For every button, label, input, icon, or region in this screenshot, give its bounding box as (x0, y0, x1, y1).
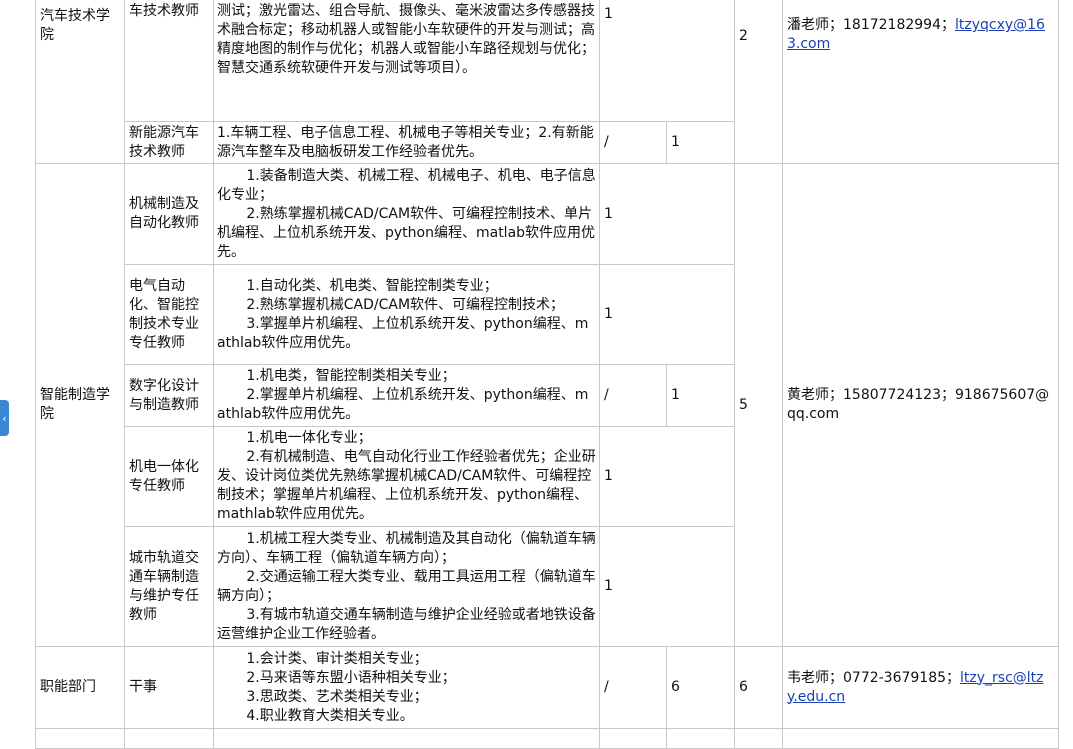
empty-cell (734, 728, 783, 749)
position-cell: 干事 (124, 646, 214, 729)
count-cell: / (599, 646, 667, 729)
chevron-left-icon: ‹ (2, 411, 7, 425)
requirement-cell: 1.会计类、审计类相关专业； 2.马来语等东盟小语种相关专业； 3.思政类、艺术… (213, 646, 600, 729)
position-cell: 智能网联汽车技术教师 (124, 0, 214, 122)
college-cell: 汽车技术学院 (35, 0, 125, 164)
requirement-cell: 1.机电一体化专业； 2.有机械制造、电气自动化行业工作经验者优先；企业研发、设… (213, 426, 600, 527)
requirement-line: 2.马来语等东盟小语种相关专业； (246, 669, 456, 686)
empty-cell (782, 728, 1059, 749)
requirement-line: 1.机电类，智能控制类相关专业； (246, 368, 456, 384)
side-collapse-handle[interactable]: ‹ (0, 400, 9, 436)
count-cell: 1 (599, 163, 735, 265)
position-cell: 数字化设计与制造教师 (124, 364, 214, 427)
requirement-line: 1.车辆工程、电子信息工程、机械电子等相关专业；2.有新能源汽车整车及电脑板研发… (217, 124, 594, 160)
empty-cell (124, 728, 214, 749)
count-cell: 6 (666, 646, 735, 729)
college-cell: 智能制造学院 (35, 163, 125, 647)
table-row (35, 728, 1059, 749)
requirement-cell: 不限于，底盘CAN协议的开发与测试；线控底盘系统开发与测试；激光雷达、组合导航、… (213, 0, 600, 122)
requirement-line: 1.机电一体化专业； (246, 430, 372, 446)
count-cell: 1 (599, 264, 735, 365)
table-row: 汽车技术学院 智能网联汽车技术教师 不限于，底盘CAN协议的开发与测试；线控底盘… (35, 0, 1059, 164)
count-cell: 1 (599, 426, 735, 527)
table-row: 智能制造学院 机械制造及自动化教师 1.装备制造大类、机械工程、机械电子、机电、… (35, 163, 1059, 647)
recruitment-table: 汽车技术学院 智能网联汽车技术教师 不限于，底盘CAN协议的开发与测试；线控底盘… (35, 0, 1059, 749)
position-cell: 机械制造及自动化教师 (124, 163, 214, 265)
requirement-line: 3.思政类、艺术类相关专业； (246, 688, 428, 705)
college-cell: 职能部门 (35, 646, 125, 729)
contact-text: 韦老师；0772-3679185； (787, 669, 961, 686)
college-total-cell: 5 (734, 163, 783, 647)
position-cell: 城市轨道交通车辆制造与维护专任教师 (124, 526, 214, 647)
requirement-line: 1.机械工程大类专业、机械制造及其自动化（偏轨道车辆方向）、车辆工程（偏轨道车辆… (217, 530, 596, 566)
requirement-line: 1.装备制造大类、机械工程、机械电子、机电、电子信息化专业； (217, 167, 596, 203)
college-total-cell: 6 (734, 646, 783, 729)
position-cell: 新能源汽车技术教师 (124, 121, 214, 164)
contact-cell: 韦老师；0772-3679185；ltzy_rsc@ltzy.edu.cn (782, 646, 1059, 729)
requirement-line: 3.有城市轨道交通车辆制造与维护企业经验或者地铁设备运营维护企业工作经验者。 (217, 606, 596, 642)
table-row: 职能部门 干事 1.会计类、审计类相关专业； 2.马来语等东盟小语种相关专业； … (35, 646, 1059, 729)
contact-cell: 潘老师；18172182994；ltzyqcxy@163.com (782, 0, 1059, 164)
position-cell: 机电一体化专任教师 (124, 426, 214, 527)
requirement-cell: 1.车辆工程、电子信息工程、机械电子等相关专业；2.有新能源汽车整车及电脑板研发… (213, 121, 600, 164)
college-total-cell: 2 (734, 0, 783, 164)
empty-cell (213, 728, 600, 749)
requirement-line: 2.熟练掌握机械CAD/CAM软件、可编程控制技术； (246, 296, 565, 313)
count-cell: 1 (599, 526, 735, 647)
requirement-line: 2.有机械制造、电气自动化行业工作经验者优先；企业研发、设计岗位类优先熟练掌握机… (217, 449, 596, 522)
requirement-cell: 1.机械工程大类专业、机械制造及其自动化（偏轨道车辆方向）、车辆工程（偏轨道车辆… (213, 526, 600, 647)
requirement-line: 2.交通运输工程大类专业、载用工具运用工程（偏轨道车辆方向）； (217, 568, 596, 604)
requirement-cell: 1.机电类，智能控制类相关专业； 2.掌握单片机编程、上位机系统开发、pytho… (213, 364, 600, 427)
count-cell: 1 (599, 0, 735, 122)
count-cell: / (599, 121, 667, 164)
requirement-line: 4.职业教育大类相关专业。 (246, 707, 414, 724)
requirement-line: 1.会计类、审计类相关专业； (246, 650, 428, 667)
count-cell: 1 (666, 121, 735, 164)
count-cell: / (599, 364, 667, 427)
requirement-line: 1.自动化类、机电类、智能控制类专业； (246, 277, 498, 294)
requirement-line: 不限于，底盘CAN协议的开发与测试；线控底盘系统开发与测试；激光雷达、组合导航、… (217, 3, 595, 76)
count-cell: 1 (666, 364, 735, 427)
contact-text: 潘老师；18172182994； (787, 17, 955, 33)
empty-cell (599, 728, 667, 749)
requirement-line: 3.掌握单片机编程、上位机系统开发、python编程、mathlab软件应用优先… (217, 315, 589, 351)
empty-cell (666, 728, 735, 749)
right-margin (1062, 0, 1073, 731)
contact-cell: 黄老师；15807724123；918675607@qq.com (782, 163, 1059, 647)
requirement-cell: 1.装备制造大类、机械工程、机械电子、机电、电子信息化专业； 2.熟练掌握机械C… (213, 163, 600, 265)
empty-cell (35, 728, 125, 749)
requirement-line: 2.掌握单片机编程、上位机系统开发、python编程、mathlab软件应用优先… (217, 387, 589, 422)
requirement-cell: 1.自动化类、机电类、智能控制类专业； 2.熟练掌握机械CAD/CAM软件、可编… (213, 264, 600, 365)
requirement-line: 2.熟练掌握机械CAD/CAM软件、可编程控制技术、单片机编程、上位机系统开发、… (217, 205, 596, 260)
position-cell: 电气自动化、智能控制技术专业专任教师 (124, 264, 214, 365)
